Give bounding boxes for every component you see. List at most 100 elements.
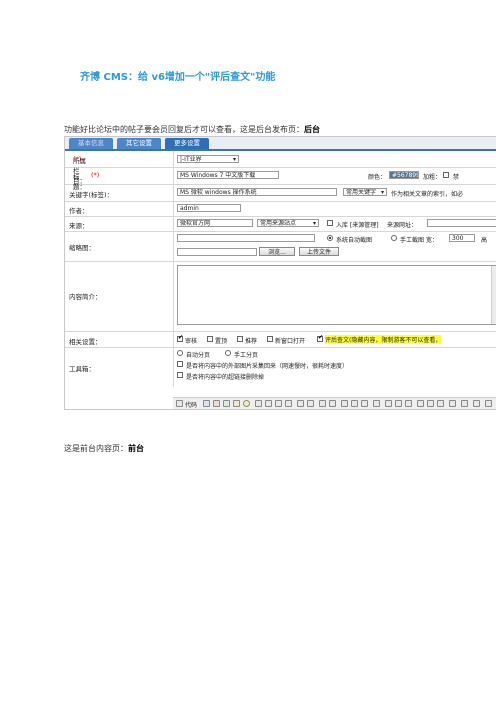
source-label: 来源： [69, 222, 89, 230]
setting-top-checkbox[interactable] [207, 336, 213, 342]
tools-label: 工具箱： [69, 365, 95, 373]
intro-paragraph: 功能好比论坛中的帖子要会员回复后才可以查看，这是后台发布页：后台 [64, 124, 320, 135]
form-icon[interactable] [385, 400, 392, 407]
image-button-icon[interactable] [461, 400, 468, 407]
row-summary: 内容简介： [65, 261, 496, 332]
outro-bold: 前台 [128, 444, 144, 453]
tab-basic[interactable]: 基本信息 [69, 138, 113, 149]
cut-icon[interactable] [265, 400, 272, 407]
toolbar-code-label: 代码 [185, 402, 198, 409]
row-thumbnail: 缩略图： 系统自动截图 手工截图 宽： 300 高 浏览... 上传文件 [65, 231, 496, 262]
row-author: 作者： admin [65, 201, 496, 217]
format-icon[interactable] [373, 400, 380, 407]
summary-scrollbar[interactable] [491, 266, 496, 324]
column-select[interactable]: |-IT业界 [177, 155, 239, 163]
backend-screenshot: 基本信息 其它设置 更多设置 所属栏目：(*) |-IT业界 标题：(*) MS… [64, 136, 496, 410]
paste-text-icon[interactable] [297, 400, 304, 407]
tab-more[interactable]: 更多设置 [165, 138, 209, 149]
tools-manualpage-label: 手工分页 [234, 352, 259, 359]
spellcheck-icon[interactable] [329, 400, 336, 407]
radio-icon[interactable] [405, 400, 412, 407]
title-required: (*) [91, 171, 100, 179]
intro-text: 功能好比论坛中的帖子要会员回复后才可以查看，这是后台发布页： [64, 125, 304, 134]
tools-fetch-images-checkbox[interactable] [177, 361, 183, 367]
setting-newwindow-checkbox[interactable] [267, 336, 273, 342]
column-required: (*) [73, 155, 82, 163]
thumb-manual-radio[interactable] [391, 235, 397, 241]
preview-icon[interactable] [203, 400, 210, 407]
extra-label: 禁 [453, 174, 460, 181]
textarea-icon[interactable] [427, 400, 434, 407]
keyword-input[interactable]: MS 微软 windows 操作系统 [177, 188, 337, 196]
smiley-icon[interactable] [243, 400, 250, 407]
editor-toolbar: 代码 [173, 397, 496, 409]
select-icon[interactable] [437, 400, 444, 407]
row-title: 标题： (*) MS Windows 7 中文版下载 颜色： #567899 加粗… [65, 167, 496, 191]
tools-remove-links-label: 是否将内容中的超链接删除掉 [186, 374, 265, 381]
bold-label: 加粗： [423, 174, 442, 181]
select-all-icon[interactable] [361, 400, 368, 407]
replace-icon[interactable] [351, 400, 358, 407]
row-column: 所属栏目： (*) |-IT业界 [65, 151, 496, 185]
font-color-icon[interactable] [485, 400, 492, 407]
form-tabs: 基本信息 其它设置 更多设置 [65, 137, 496, 151]
thumb-file-input[interactable] [177, 248, 257, 256]
checkbox-icon[interactable] [395, 400, 402, 407]
emoticon-icon[interactable] [233, 400, 240, 407]
thumb-manual-label: 手工截图 宽： [400, 237, 438, 244]
setting-recommend-checkbox[interactable] [237, 336, 243, 342]
tools-remove-links-checkbox[interactable] [177, 372, 183, 378]
summary-textarea[interactable] [177, 265, 496, 325]
tab-other[interactable]: 其它设置 [117, 138, 161, 149]
setting-review-checkbox[interactable] [317, 334, 323, 342]
paste-icon[interactable] [285, 400, 292, 407]
setting-newwindow-label: 新窗口打开 [275, 338, 306, 345]
copy-icon[interactable] [275, 400, 282, 407]
article-title: 齐博 CMS：给 v6增加一个"评后查文"功能 [80, 72, 276, 83]
summary-label: 内容简介： [69, 293, 102, 301]
author-input[interactable]: admin [177, 204, 241, 212]
flash-icon[interactable] [223, 400, 230, 407]
tools-autopage-radio[interactable] [177, 350, 183, 356]
thumb-auto-radio[interactable] [327, 235, 333, 241]
setting-audit-label: 审核 [185, 338, 198, 345]
setting-audit-checkbox[interactable] [177, 334, 183, 342]
source-lib-checkbox[interactable] [327, 220, 333, 226]
template-icon[interactable] [213, 400, 220, 407]
color-input[interactable]: #567899 [389, 171, 419, 179]
paste-word-icon[interactable] [307, 400, 314, 407]
browse-button[interactable]: 浏览... [259, 247, 295, 256]
source-url-input[interactable] [427, 219, 496, 227]
source-select[interactable]: 常用来源站点 [257, 219, 319, 227]
print-icon[interactable] [319, 400, 326, 407]
textfield-icon[interactable] [417, 400, 424, 407]
hidden-field-icon[interactable] [473, 400, 480, 407]
source-input[interactable]: 微软官方网 [177, 219, 253, 227]
undo-icon[interactable] [255, 400, 262, 407]
row-source: 来源： 微软官方网 常用来源站点 入库 [来源管理] 来源网址： [65, 216, 496, 232]
thumb-height-label: 高 [481, 237, 488, 244]
button-icon[interactable] [449, 400, 456, 407]
outro-text: 这是前台内容页： [64, 444, 128, 453]
keyword-select[interactable]: 常用关键字 [343, 188, 387, 196]
tools-autopage-label: 自动分页 [186, 352, 211, 359]
row-settings: 相关设置： 审核 置顶 推荐 新窗口打开 评后查文(隐藏内容，限制游客不可以查看… [65, 331, 496, 348]
settings-label: 相关设置： [69, 338, 102, 346]
bold-checkbox[interactable] [443, 172, 449, 178]
title-input[interactable]: MS Windows 7 中文版下载 [177, 171, 279, 179]
setting-top-label: 置顶 [215, 338, 228, 345]
thumb-width-input[interactable]: 300 [449, 234, 475, 242]
find-icon[interactable] [341, 400, 348, 407]
color-label: 颜色： [368, 174, 387, 181]
source-code-icon[interactable] [176, 400, 183, 407]
row-keyword: 关键字(标签)： MS 微软 windows 操作系统 常用关键字 作为相关文章… [65, 184, 496, 202]
tools-manualpage-radio[interactable] [225, 350, 231, 356]
tools-fetch-images-label: 是否将内容中的外部图片采集回来（网速慢时，很耗时速度） [186, 363, 349, 370]
keyword-label: 关键字(标签)： [69, 191, 114, 199]
thumb-path-input[interactable] [177, 234, 315, 242]
thumb-auto-label: 系统自动截图 [336, 237, 373, 244]
outro-paragraph: 这是前台内容页：前台 [64, 443, 144, 454]
author-label: 作者： [69, 207, 89, 215]
upload-button[interactable]: 上传文件 [299, 247, 339, 256]
intro-bold: 后台 [304, 125, 320, 134]
